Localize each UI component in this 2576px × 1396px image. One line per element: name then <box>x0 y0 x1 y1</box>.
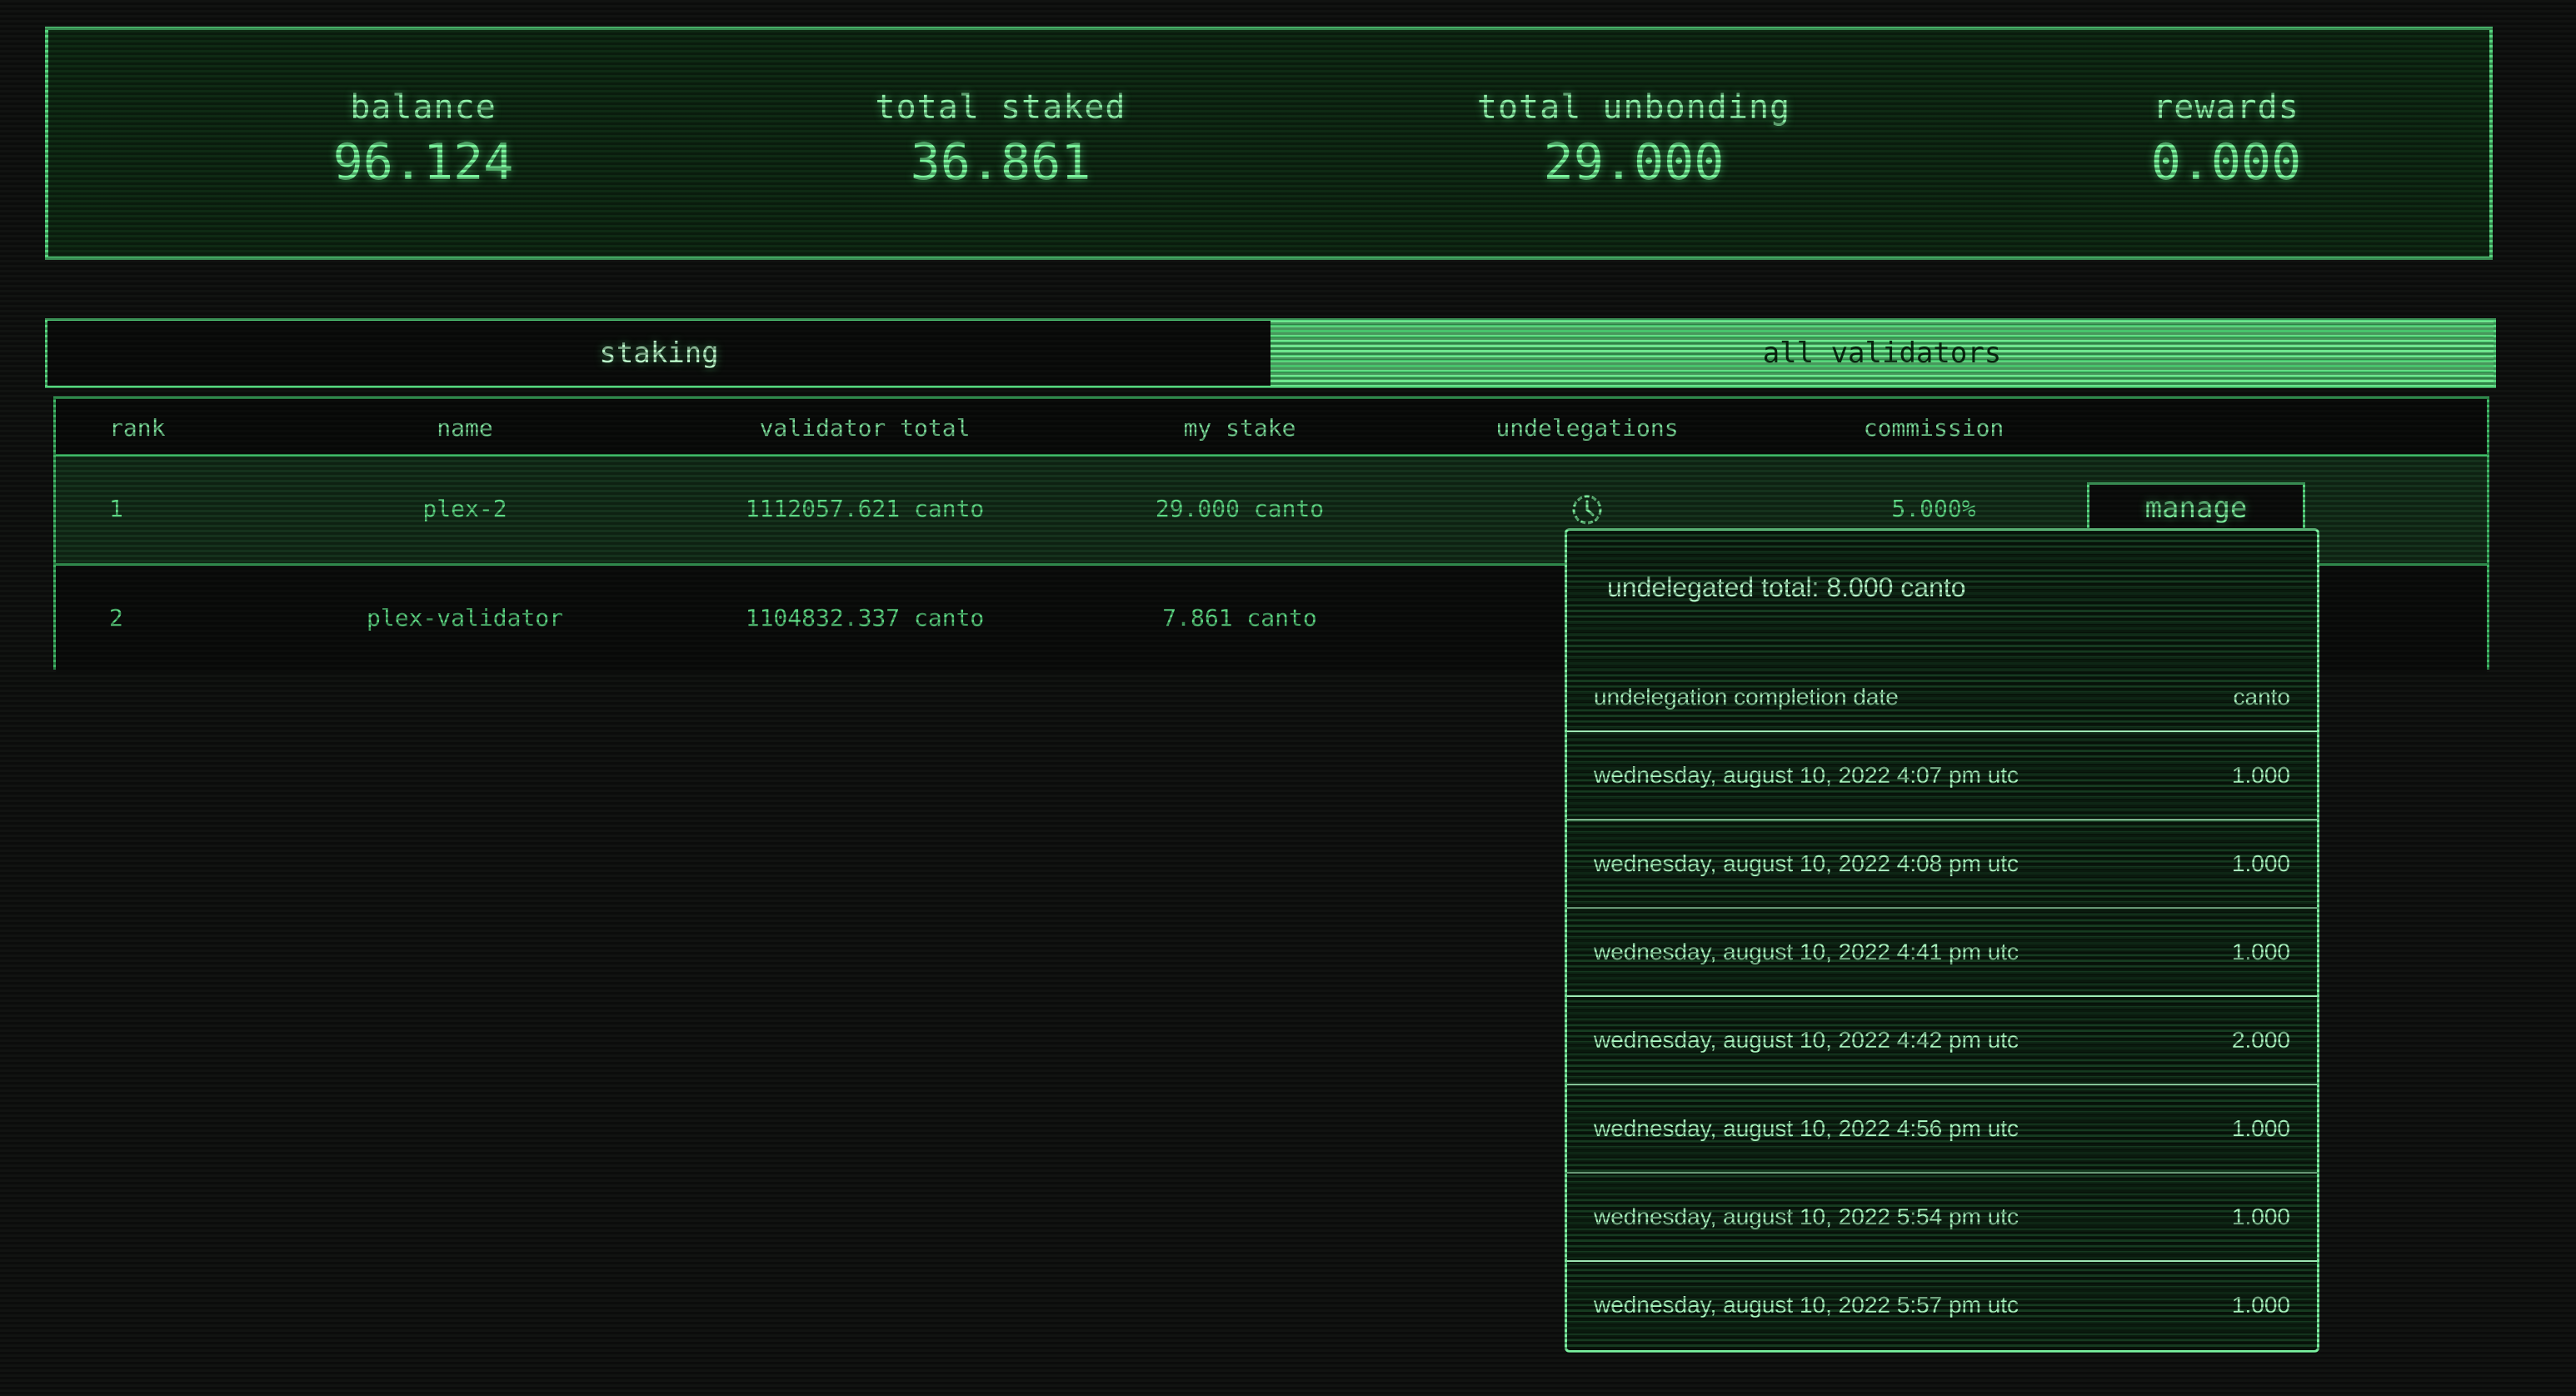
row-commission: 5.000% <box>1891 495 1976 522</box>
row-validator-total: 1104832.337 canto <box>745 604 985 631</box>
tab-bar: staking all validators <box>45 318 2496 388</box>
undelegation-row: wednesday, august 10, 2022 4:07 pm utc 1… <box>1567 732 2317 820</box>
undelegation-amount: 1.000 <box>2231 1292 2290 1318</box>
row-my-stake: 7.861 canto <box>1162 604 1317 631</box>
popup-title: undelegated total: 8.000 canto <box>1607 572 1966 602</box>
undelegation-amount: 1.000 <box>2231 1204 2290 1229</box>
undelegation-date: wednesday, august 10, 2022 4:41 pm utc <box>1594 939 2019 965</box>
table-header: rank name validator total my stake undel… <box>56 399 2487 456</box>
undelegation-date: wednesday, august 10, 2022 4:42 pm utc <box>1594 1027 2019 1053</box>
stat-label: balance <box>350 88 497 127</box>
undelegation-row: wednesday, august 10, 2022 4:56 pm utc 1… <box>1567 1085 2317 1174</box>
stat-value: 36.861 <box>910 133 1091 192</box>
stat-label: total unbonding <box>1476 88 1791 127</box>
undelegation-date: wednesday, august 10, 2022 5:57 pm utc <box>1594 1292 2019 1318</box>
row-name: plex-validator <box>366 604 564 631</box>
tab-all-validators[interactable]: all validators <box>1271 321 2494 386</box>
undelegation-amount: 1.000 <box>2231 939 2290 965</box>
undelegation-amount: 1.000 <box>2231 1115 2290 1141</box>
undelegation-date: wednesday, august 10, 2022 5:54 pm utc <box>1594 1204 2019 1229</box>
header-undelegations[interactable]: undelegations <box>1495 414 1678 441</box>
stat-balance: balance 96.124 <box>215 88 632 192</box>
stat-value: 0.000 <box>2150 133 2302 192</box>
stats-panel: balance 96.124 total staked 36.861 total… <box>45 27 2493 260</box>
undelegation-amount: 1.000 <box>2231 762 2290 788</box>
header-name[interactable]: name <box>437 414 492 441</box>
undelegation-date: wednesday, august 10, 2022 4:56 pm utc <box>1594 1115 2019 1141</box>
clock-icon[interactable] <box>1570 493 1604 526</box>
stat-total-unbonding: total unbonding 29.000 <box>1425 88 1842 192</box>
row-rank: 1 <box>109 495 123 522</box>
manage-button[interactable]: manage <box>2087 482 2305 534</box>
stat-label: rewards <box>2153 88 2299 127</box>
row-my-stake: 29.000 canto <box>1155 495 1325 522</box>
row-rank: 2 <box>109 604 123 631</box>
stat-rewards: rewards 0.000 <box>2018 88 2434 192</box>
row-validator-total: 1112057.621 canto <box>745 495 985 522</box>
popup-header-amount: canto <box>2233 684 2291 710</box>
undelegation-amount: 1.000 <box>2231 850 2290 876</box>
undelegation-row: wednesday, august 10, 2022 5:54 pm utc 1… <box>1567 1174 2317 1262</box>
undelegations-popup: undelegated total: 8.000 canto undelegat… <box>1565 528 2319 1353</box>
undelegation-row: wednesday, august 10, 2022 4:42 pm utc 2… <box>1567 997 2317 1085</box>
undelegation-date: wednesday, august 10, 2022 4:07 pm utc <box>1594 762 2019 788</box>
popup-header-date: undelegation completion date <box>1594 684 1899 710</box>
stat-label: total staked <box>875 88 1126 127</box>
stat-value: 96.124 <box>332 133 514 192</box>
popup-header: undelegation completion date canto <box>1567 664 2317 732</box>
stat-value: 29.000 <box>1543 133 1725 192</box>
header-commission[interactable]: commission <box>1864 414 2004 441</box>
header-my-stake[interactable]: my stake <box>1184 414 1296 441</box>
undelegation-amount: 2.000 <box>2231 1027 2290 1053</box>
undelegation-date: wednesday, august 10, 2022 4:08 pm utc <box>1594 850 2019 876</box>
row-name: plex-2 <box>422 495 507 522</box>
stat-total-staked: total staked 36.861 <box>792 88 1209 192</box>
header-validator-total[interactable]: validator total <box>760 414 971 441</box>
header-rank[interactable]: rank <box>109 414 165 441</box>
tab-staking[interactable]: staking <box>47 321 1271 386</box>
undelegation-row: wednesday, august 10, 2022 4:41 pm utc 1… <box>1567 909 2317 997</box>
undelegation-row: wednesday, august 10, 2022 4:08 pm utc 1… <box>1567 820 2317 909</box>
undelegation-row: wednesday, august 10, 2022 5:57 pm utc 1… <box>1567 1262 2317 1349</box>
